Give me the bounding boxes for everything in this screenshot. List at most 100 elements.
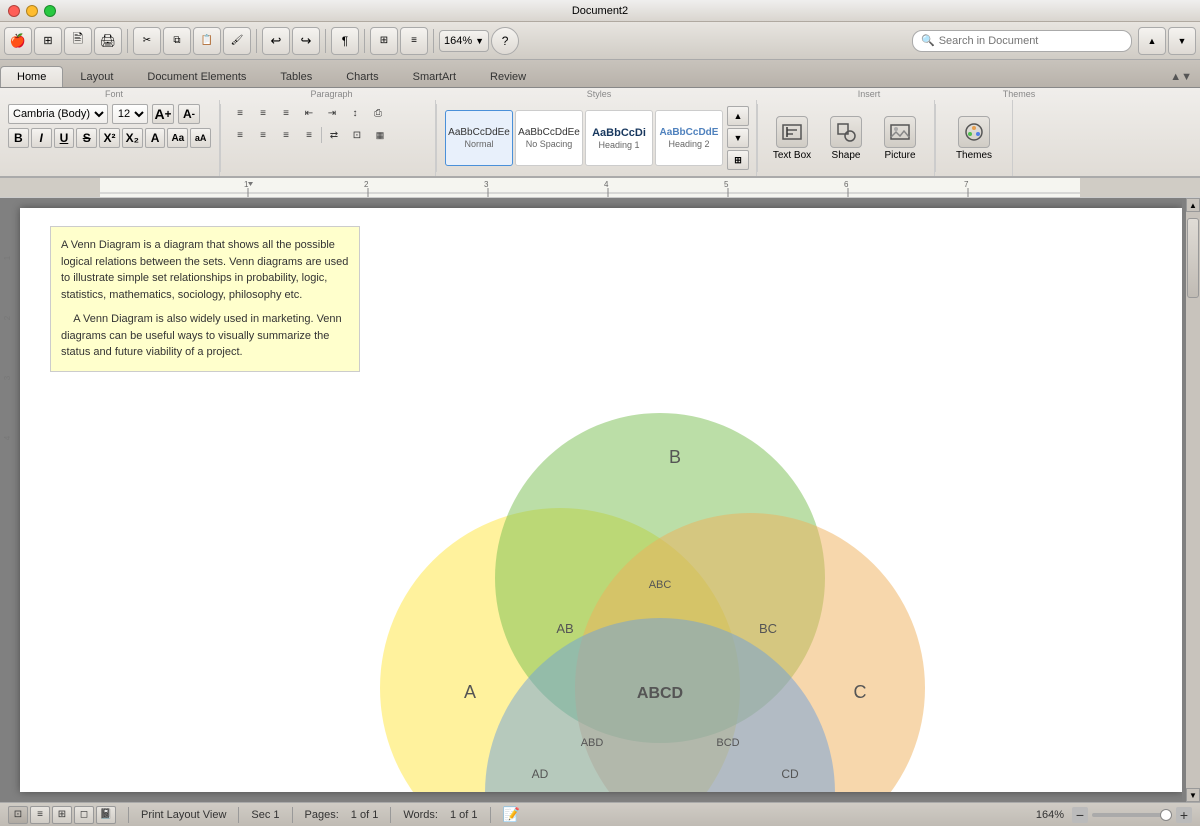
tab-tables[interactable]: Tables	[263, 66, 329, 87]
styles-scroll-up[interactable]: ▲	[727, 106, 749, 126]
minimize-button[interactable]	[26, 5, 38, 17]
web-view-button[interactable]: ⊞	[52, 806, 72, 824]
scroll-up-arrow[interactable]: ▲	[1186, 198, 1200, 212]
toolbar-sep-4	[364, 29, 365, 53]
search-input[interactable]	[939, 35, 1123, 47]
insert-textbox-button[interactable]: Text Box	[766, 108, 818, 168]
scrollbar-thumb[interactable]	[1187, 218, 1199, 298]
paste-button[interactable]: 📋	[193, 27, 221, 55]
open-button[interactable]: ⊞	[34, 27, 62, 55]
text-box-para1: A Venn Diagram is a diagram that shows a…	[61, 237, 349, 303]
new-button[interactable]: 🍎	[4, 27, 32, 55]
format-painter-button[interactable]: 🖌	[223, 27, 251, 55]
align-justify-button[interactable]: ≡	[298, 126, 320, 144]
superscript-button[interactable]: X²	[99, 128, 120, 148]
table-grid-button[interactable]: ⊞	[370, 27, 398, 55]
tab-review[interactable]: Review	[473, 66, 543, 87]
font-color-button[interactable]: A	[145, 128, 166, 148]
indent-increase-button[interactable]: ⇥	[321, 104, 343, 122]
align-right-button[interactable]: ≡	[275, 126, 297, 144]
borders-button[interactable]: ⊡	[346, 126, 368, 144]
font-size-select[interactable]: 12	[112, 104, 148, 124]
venn-label-B: B	[669, 447, 681, 467]
style-normal[interactable]: AaBbCcDdEe Normal	[445, 110, 513, 166]
insert-picture-button[interactable]: Picture	[874, 108, 926, 168]
styles-more[interactable]: ⊞	[727, 150, 749, 170]
bold-button[interactable]: B	[8, 128, 29, 148]
expand-button[interactable]: ▲	[1138, 27, 1166, 55]
zoom-selector[interactable]: 164% ▼	[439, 30, 489, 52]
case-button[interactable]: aA	[190, 128, 211, 148]
collapse-button[interactable]: ▼	[1168, 27, 1196, 55]
paragraph-section: ≡ ≡ ≡ ⇤ ⇥ ↕ ⎙ ≡ ≡ ≡ ≡ ⇄ ⊡ ▦	[221, 100, 436, 176]
style-nospacing[interactable]: AaBbCcDdEe No Spacing	[515, 110, 583, 166]
list-button[interactable]: ≡	[400, 27, 428, 55]
align-center-button[interactable]: ≡	[252, 126, 274, 144]
style-h1[interactable]: AaBbCcDi Heading 1	[585, 110, 653, 166]
venn-label-AB: AB	[556, 621, 573, 636]
style-h2[interactable]: AaBbCcDdE Heading 2	[655, 110, 723, 166]
zoom-control: 164% − +	[1036, 807, 1192, 823]
indent-decrease-button[interactable]: ⇤	[298, 104, 320, 122]
zoom-out-button[interactable]: −	[1072, 807, 1088, 823]
tab-layout[interactable]: Layout	[63, 66, 130, 87]
underline-button[interactable]: U	[54, 128, 75, 148]
vertical-scrollbar[interactable]: ▲ ▼	[1186, 198, 1200, 802]
venn-label-ABC: ABC	[649, 579, 672, 591]
svg-text:2: 2	[3, 315, 12, 320]
save-button[interactable]: 🖹	[64, 27, 92, 55]
copy-button[interactable]: ⧉	[163, 27, 191, 55]
themes-button[interactable]: Themes	[948, 108, 1000, 168]
italic-button[interactable]: I	[31, 128, 52, 148]
window-title: Document2	[572, 5, 628, 17]
help-button[interactable]: ?	[491, 27, 519, 55]
align-left-button[interactable]: ≡	[229, 126, 251, 144]
spell-check-icon: 📝	[503, 806, 520, 823]
styles-scroll-down[interactable]: ▼	[727, 128, 749, 148]
tab-charts[interactable]: Charts	[329, 66, 395, 87]
font-name-select[interactable]: Cambria (Body)	[8, 104, 108, 124]
right-sidebar: ▲ ▼	[1182, 198, 1200, 802]
outline-list-button[interactable]: ≡	[275, 104, 297, 122]
undo-button[interactable]: ↩	[262, 27, 290, 55]
svg-text:4: 4	[3, 435, 12, 440]
numbered-list-button[interactable]: ≡	[252, 104, 274, 122]
zoom-slider[interactable]	[1092, 813, 1172, 817]
highlight-button[interactable]: Aa	[167, 128, 188, 148]
strikethrough-button[interactable]: S	[76, 128, 97, 148]
shading-button[interactable]: ▦	[369, 126, 391, 144]
textbox-icon	[776, 116, 808, 148]
font-size-up-button[interactable]: A+	[152, 104, 174, 124]
maximize-button[interactable]	[44, 5, 56, 17]
font-size-down-button[interactable]: A-	[178, 104, 200, 124]
tab-home[interactable]: Home	[0, 66, 63, 87]
text-direction-button[interactable]: ⇄	[323, 126, 345, 144]
venn-label-A: A	[464, 682, 476, 702]
insert-shape-button[interactable]: Shape	[820, 108, 872, 168]
tab-smartart[interactable]: SmartArt	[396, 66, 473, 87]
status-sep-3	[292, 807, 293, 823]
print-button[interactable]: 🖨	[94, 27, 122, 55]
zoom-slider-thumb[interactable]	[1160, 809, 1172, 821]
zoom-in-button[interactable]: +	[1176, 807, 1192, 823]
insert-shape-label: Shape	[832, 150, 861, 161]
line-spacing-button[interactable]: ↕	[344, 104, 366, 122]
redo-button[interactable]: ↪	[292, 27, 320, 55]
style-nospacing-preview: AaBbCcDdEe	[518, 127, 580, 138]
focus-view-button[interactable]: ◻	[74, 806, 94, 824]
cut-button[interactable]: ✂	[133, 27, 161, 55]
paragraph-section-label: Paragraph	[224, 89, 439, 100]
bullet-list-button[interactable]: ≡	[229, 104, 251, 122]
close-button[interactable]	[8, 5, 20, 17]
pilcrow-button[interactable]: ¶	[331, 27, 359, 55]
scroll-down-arrow[interactable]: ▼	[1186, 788, 1200, 802]
styles-section-label: Styles	[439, 89, 759, 100]
tab-expand[interactable]: ▲▼	[1162, 67, 1200, 87]
subscript-button[interactable]: X₂	[122, 128, 143, 148]
notebook-view-button[interactable]: 📓	[96, 806, 116, 824]
tab-document-elements[interactable]: Document Elements	[130, 66, 263, 87]
print-layout-button[interactable]: ⊡	[8, 806, 28, 824]
outline-view-button[interactable]: ≡	[30, 806, 50, 824]
venn-label-C: C	[854, 682, 867, 702]
columns-button[interactable]: ⎙	[367, 104, 389, 122]
